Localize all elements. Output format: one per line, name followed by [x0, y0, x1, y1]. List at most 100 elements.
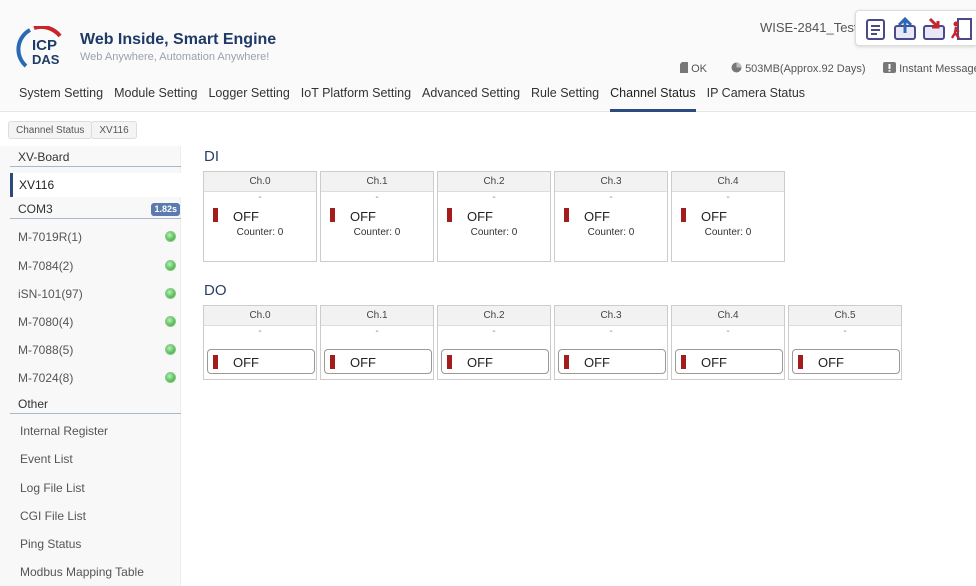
channel-header: Ch.1	[321, 172, 433, 192]
header-toolbar	[855, 10, 976, 46]
do-toggle-button[interactable]: OFF	[792, 349, 900, 374]
do-channel-5: Ch.5 - OFF	[788, 305, 902, 380]
di-state: OFF	[672, 204, 784, 226]
channel-header: Ch.3	[555, 306, 667, 326]
module-status-dot-icon	[165, 231, 176, 242]
channel-value: -	[609, 192, 613, 203]
di-counter: Counter: 0	[470, 227, 518, 238]
logout-icon[interactable]	[950, 17, 974, 41]
sidebar-item-isn101[interactable]: iSN-101(97)	[10, 282, 181, 306]
do-channel-4: Ch.4 - OFF	[671, 305, 785, 380]
app-window: ICP DAS Web Inside, Smart Engine Web Any…	[0, 0, 976, 586]
breadcrumb-channel-status[interactable]: Channel Status	[8, 121, 93, 139]
do-state-text: OFF	[467, 355, 493, 370]
do-state-text: OFF	[818, 355, 844, 370]
channel-header: Ch.5	[789, 306, 901, 326]
brand-title: Web Inside, Smart Engine	[80, 31, 277, 48]
off-led-icon	[681, 355, 686, 369]
storage-pie-icon	[731, 62, 742, 73]
do-state-text: OFF	[233, 355, 259, 370]
do-state-text: OFF	[701, 355, 727, 370]
di-state: OFF	[555, 204, 667, 226]
di-channel-2: Ch.2 - OFF Counter: 0	[437, 171, 551, 262]
status-storage-text: 503MB(Approx.92 Days)	[745, 63, 866, 75]
menu-rule-setting[interactable]: Rule Setting	[531, 86, 599, 112]
channel-header: Ch.3	[555, 172, 667, 192]
sidebar-item-modbus-mapping-table[interactable]: Modbus Mapping Table	[10, 560, 181, 584]
do-toggle-button[interactable]: OFF	[324, 349, 432, 374]
sidebar-section-other: Other	[10, 394, 181, 414]
breadcrumb: Channel Status XV116	[8, 121, 137, 141]
sidebar-item-m7088[interactable]: M-7088(5)	[10, 338, 181, 362]
menu-iot-platform-setting[interactable]: IoT Platform Setting	[301, 86, 411, 112]
di-section-title: DI	[204, 148, 219, 165]
di-channel-3: Ch.3 - OFF Counter: 0	[554, 171, 668, 262]
channel-value: -	[843, 326, 847, 337]
channel-header: Ch.4	[672, 172, 784, 192]
sidebar: XV-Board XV116 COM3 1.82s M-7019R(1) M-7…	[0, 146, 181, 586]
menu-system-setting[interactable]: System Setting	[19, 86, 103, 112]
channel-value: -	[492, 192, 496, 203]
download-icon[interactable]	[922, 17, 946, 41]
breadcrumb-xv116[interactable]: XV116	[91, 121, 137, 139]
di-state-text: OFF	[467, 209, 493, 224]
channel-header: Ch.4	[672, 306, 784, 326]
do-state-text: OFF	[584, 355, 610, 370]
do-state-text: OFF	[350, 355, 376, 370]
sidebar-item-m7019r[interactable]: M-7019R(1)	[10, 225, 181, 249]
di-state: OFF	[438, 204, 550, 226]
sidebar-item-m7024[interactable]: M-7024(8)	[10, 366, 181, 390]
sidebar-item-m7080[interactable]: M-7080(4)	[10, 310, 181, 334]
sidebar-item-m7084[interactable]: M-7084(2)	[10, 254, 181, 278]
do-toggle-button[interactable]: OFF	[675, 349, 783, 374]
header: ICP DAS Web Inside, Smart Engine Web Any…	[0, 0, 976, 112]
do-toggle-button[interactable]: OFF	[207, 349, 315, 374]
instant-message-text: Instant Message	[899, 63, 976, 75]
sidebar-item-cgi-file-list[interactable]: CGI File List	[10, 504, 181, 528]
document-icon[interactable]	[864, 17, 888, 41]
off-led-icon	[447, 208, 452, 222]
sidebar-item-internal-register[interactable]: Internal Register	[10, 419, 181, 443]
instant-message-link[interactable]: Instant Message	[883, 62, 976, 75]
sidebar-item-log-file-list[interactable]: Log File List	[10, 476, 181, 500]
do-channel-1: Ch.1 - OFF	[320, 305, 434, 380]
channel-header: Ch.0	[204, 172, 316, 192]
sidebar-item-ping-status[interactable]: Ping Status	[10, 532, 181, 556]
module-status-dot-icon	[165, 288, 176, 299]
module-status-dot-icon	[165, 372, 176, 383]
com3-label: COM3	[18, 202, 53, 216]
off-led-icon	[564, 208, 569, 222]
off-led-icon	[330, 355, 335, 369]
device-name: WISE-2841_Test	[760, 20, 858, 35]
menu-advanced-setting[interactable]: Advanced Setting	[422, 86, 520, 112]
di-state-text: OFF	[350, 209, 376, 224]
channel-value: -	[726, 326, 730, 337]
upload-icon[interactable]	[893, 17, 917, 41]
do-channel-3: Ch.3 - OFF	[554, 305, 668, 380]
module-status-dot-icon	[165, 344, 176, 355]
sidebar-item-xv116[interactable]: XV116	[10, 173, 181, 197]
menu-logger-setting[interactable]: Logger Setting	[208, 86, 289, 112]
module-label: M-7019R(1)	[18, 230, 83, 244]
menu-module-setting[interactable]: Module Setting	[114, 86, 197, 112]
di-counter: Counter: 0	[704, 227, 752, 238]
channel-value: -	[726, 192, 730, 203]
sd-card-icon	[680, 62, 688, 73]
menu-channel-status[interactable]: Channel Status	[610, 86, 696, 112]
main-menu: System Setting Module Setting Logger Setti…	[19, 86, 816, 112]
channel-header: Ch.2	[438, 306, 550, 326]
do-toggle-button[interactable]: OFF	[441, 349, 549, 374]
module-label: M-7084(2)	[18, 259, 74, 273]
do-channel-0: Ch.0 - OFF	[203, 305, 317, 380]
menu-ip-camera-status[interactable]: IP Camera Status	[707, 86, 805, 112]
off-led-icon	[681, 208, 686, 222]
off-led-icon	[564, 355, 569, 369]
module-label: M-7024(8)	[18, 371, 74, 385]
di-counter: Counter: 0	[353, 227, 401, 238]
sidebar-section-xv-board: XV-Board	[10, 147, 181, 167]
do-toggle-button[interactable]: OFF	[558, 349, 666, 374]
di-state: OFF	[204, 204, 316, 226]
sidebar-section-com3: COM3 1.82s	[10, 199, 181, 219]
channel-value: -	[492, 326, 496, 337]
sidebar-item-event-list[interactable]: Event List	[10, 447, 181, 471]
